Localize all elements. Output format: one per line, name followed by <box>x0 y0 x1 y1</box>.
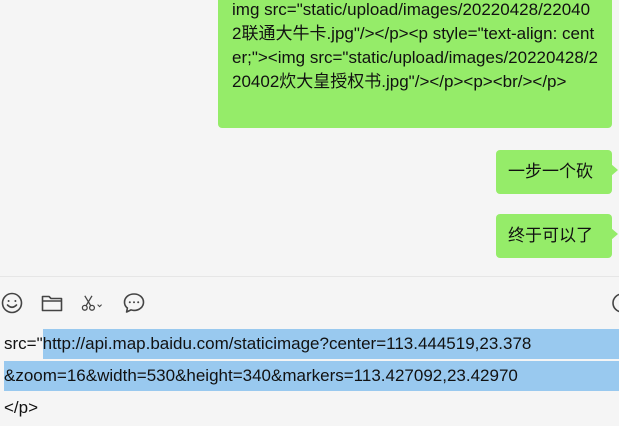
bubble-tail <box>611 228 618 240</box>
message-bubble[interactable]: img src="static/upload/images/20220428/2… <box>218 0 612 128</box>
selected-text[interactable]: &zoom=16&width=530&height=340&markers=11… <box>4 361 619 391</box>
editor-line: src="http://api.map.baidu.com/staticimag… <box>4 329 619 359</box>
editor-text: </p> <box>4 398 39 417</box>
message-bubble[interactable]: 终于可以了 <box>496 214 618 258</box>
scissors-icon[interactable] <box>80 291 110 315</box>
editor-line: &zoom=16&width=530&height=340&markers=11… <box>4 361 619 391</box>
message-text: 一步一个砍 <box>508 162 593 181</box>
message-editor[interactable]: src="http://api.map.baidu.com/staticimag… <box>0 327 619 426</box>
message-text: 终于可以了 <box>508 226 593 245</box>
editor-line: </p> <box>4 393 38 423</box>
chat-icon[interactable] <box>122 291 146 315</box>
editor-text: src=" <box>4 334 43 353</box>
message-text: img src="static/upload/images/20220428/2… <box>232 0 598 91</box>
message-input-area: src="http://api.map.baidu.com/staticimag… <box>0 277 619 426</box>
input-toolbar <box>0 291 619 317</box>
chat-message-area: img src="static/upload/images/20220428/2… <box>0 0 619 276</box>
bubble-tail <box>611 164 618 176</box>
message-bubble[interactable]: 一步一个砍 <box>496 150 618 194</box>
folder-icon[interactable] <box>40 291 64 315</box>
emoji-icon[interactable] <box>0 291 24 315</box>
selected-text[interactable]: http://api.map.baidu.com/staticimage?cen… <box>42 329 619 359</box>
history-icon[interactable] <box>610 291 619 315</box>
